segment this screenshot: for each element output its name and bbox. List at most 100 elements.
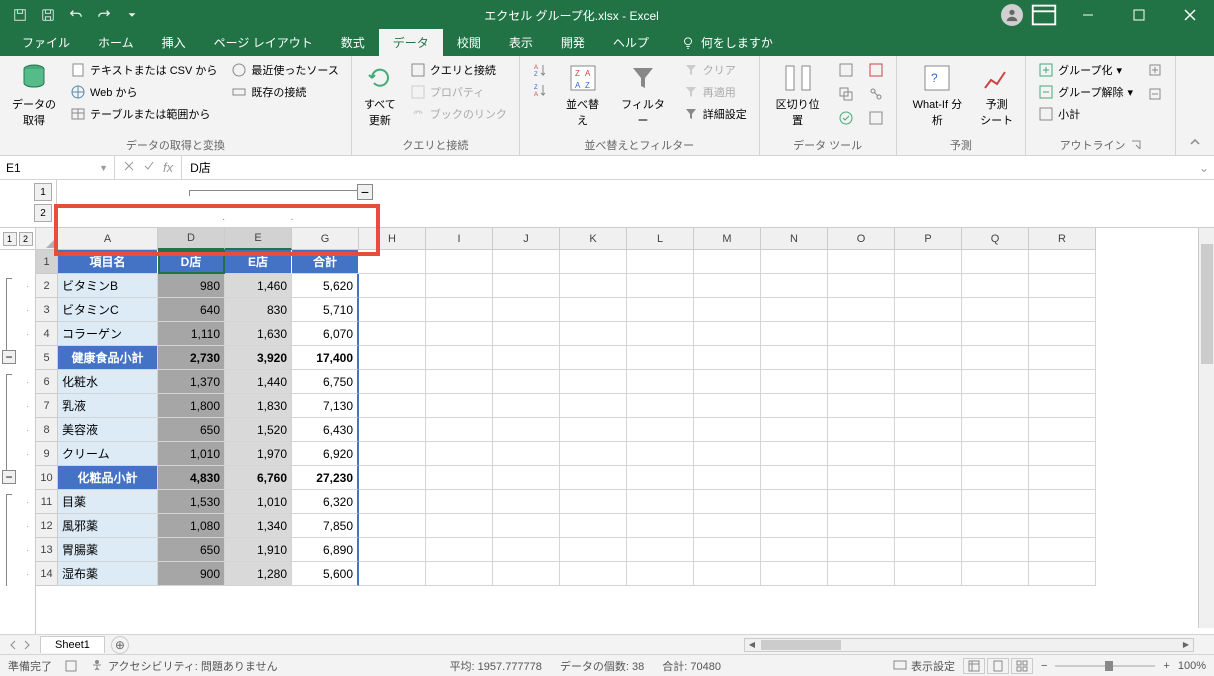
empty-cell[interactable]	[1029, 394, 1096, 418]
row-header[interactable]: 9	[36, 442, 58, 466]
row-header[interactable]: 1	[36, 250, 58, 274]
row-header[interactable]: 8	[36, 418, 58, 442]
sheet-next-icon[interactable]	[22, 640, 32, 650]
empty-cell[interactable]	[493, 346, 560, 370]
e-store-cell[interactable]: 1,460	[225, 274, 292, 298]
tab-layout[interactable]: ページ レイアウト	[200, 29, 327, 56]
row-header[interactable]: 2	[36, 274, 58, 298]
text-to-columns-button[interactable]: 区切り位置	[768, 60, 828, 130]
empty-cell[interactable]	[1029, 370, 1096, 394]
column-header[interactable]: O	[828, 228, 895, 250]
save-icon[interactable]	[38, 5, 58, 25]
col-outline-level-1[interactable]: 1	[34, 183, 52, 201]
column-header[interactable]: D	[158, 228, 225, 250]
empty-cell[interactable]	[828, 490, 895, 514]
empty-cell[interactable]	[1029, 514, 1096, 538]
empty-cell[interactable]	[1029, 538, 1096, 562]
row-header[interactable]: 14	[36, 562, 58, 586]
data-validation-button[interactable]	[834, 108, 858, 128]
name-box-dropdown-icon[interactable]: ▼	[99, 163, 108, 173]
column-header[interactable]: A	[58, 228, 158, 250]
empty-cell[interactable]	[1029, 466, 1096, 490]
empty-cell[interactable]	[895, 538, 962, 562]
formula-input[interactable]: D店	[182, 156, 1194, 179]
filter-button[interactable]: フィルター	[613, 60, 673, 130]
empty-cell[interactable]	[895, 370, 962, 394]
column-header[interactable]: G	[292, 228, 359, 250]
item-cell[interactable]: 風邪薬	[58, 514, 158, 538]
empty-cell[interactable]	[493, 466, 560, 490]
total-cell[interactable]: 5,600	[292, 562, 359, 586]
empty-cell[interactable]	[359, 346, 426, 370]
empty-cell[interactable]	[828, 322, 895, 346]
empty-cell[interactable]	[560, 274, 627, 298]
empty-cell[interactable]	[694, 466, 761, 490]
empty-cell[interactable]	[493, 538, 560, 562]
e-store-cell[interactable]: 1,520	[225, 418, 292, 442]
empty-cell[interactable]	[761, 370, 828, 394]
empty-cell[interactable]	[627, 322, 694, 346]
empty-cell[interactable]	[962, 562, 1029, 586]
show-detail-button[interactable]	[1143, 60, 1167, 80]
whatif-button[interactable]: ? What-If 分析	[905, 60, 971, 130]
empty-cell[interactable]	[560, 418, 627, 442]
item-cell[interactable]: 乳液	[58, 394, 158, 418]
zoom-thumb[interactable]	[1105, 661, 1113, 671]
empty-cell[interactable]	[359, 298, 426, 322]
tab-home[interactable]: ホーム	[84, 29, 148, 56]
empty-cell[interactable]	[359, 442, 426, 466]
empty-cell[interactable]	[493, 274, 560, 298]
empty-cell[interactable]	[1029, 298, 1096, 322]
e-store-cell[interactable]: 3,920	[225, 346, 292, 370]
ribbon-display-icon[interactable]	[1029, 0, 1059, 30]
sort-asc-button[interactable]: AZ	[528, 60, 552, 80]
total-cell[interactable]: 7,130	[292, 394, 359, 418]
tab-help[interactable]: ヘルプ	[599, 29, 663, 56]
empty-cell[interactable]	[962, 466, 1029, 490]
empty-cell[interactable]	[493, 250, 560, 274]
empty-cell[interactable]	[560, 322, 627, 346]
macro-icon[interactable]	[64, 659, 78, 673]
close-button[interactable]	[1167, 0, 1212, 30]
empty-cell[interactable]	[493, 322, 560, 346]
empty-cell[interactable]	[761, 538, 828, 562]
empty-cell[interactable]	[426, 514, 493, 538]
d-store-cell[interactable]: 1,110	[158, 322, 225, 346]
row-header[interactable]: 12	[36, 514, 58, 538]
total-cell[interactable]: 7,850	[292, 514, 359, 538]
consolidate-button[interactable]	[864, 60, 888, 80]
d-store-cell[interactable]: 650	[158, 538, 225, 562]
empty-cell[interactable]	[493, 442, 560, 466]
empty-cell[interactable]	[426, 418, 493, 442]
empty-cell[interactable]	[493, 562, 560, 586]
empty-cell[interactable]	[1029, 346, 1096, 370]
empty-cell[interactable]	[694, 274, 761, 298]
page-layout-view-button[interactable]	[987, 658, 1009, 674]
forecast-button[interactable]: 予測 シート	[976, 60, 1017, 130]
total-cell[interactable]: 6,320	[292, 490, 359, 514]
page-break-view-button[interactable]	[1011, 658, 1033, 674]
subtotal-button[interactable]: 小計	[1034, 104, 1137, 124]
empty-cell[interactable]	[694, 514, 761, 538]
fx-icon[interactable]: fx	[163, 160, 173, 175]
e-store-cell[interactable]: 1,910	[225, 538, 292, 562]
empty-cell[interactable]	[962, 322, 1029, 346]
d-store-cell[interactable]: 650	[158, 418, 225, 442]
column-header[interactable]: N	[761, 228, 828, 250]
empty-cell[interactable]	[694, 442, 761, 466]
empty-cell[interactable]	[493, 298, 560, 322]
empty-cell[interactable]	[828, 442, 895, 466]
empty-cell[interactable]	[694, 298, 761, 322]
empty-cell[interactable]	[828, 418, 895, 442]
empty-cell[interactable]	[359, 394, 426, 418]
from-table-button[interactable]: テーブルまたは範囲から	[66, 104, 221, 124]
cancel-formula-icon[interactable]	[123, 160, 135, 175]
empty-cell[interactable]	[560, 442, 627, 466]
qat-customize-icon[interactable]	[122, 5, 142, 25]
recent-sources-button[interactable]: 最近使ったソース	[227, 60, 342, 80]
col-outline-level-2[interactable]: 2	[34, 204, 52, 222]
row-header[interactable]: 13	[36, 538, 58, 562]
empty-cell[interactable]	[828, 346, 895, 370]
empty-cell[interactable]	[828, 370, 895, 394]
empty-cell[interactable]	[694, 490, 761, 514]
